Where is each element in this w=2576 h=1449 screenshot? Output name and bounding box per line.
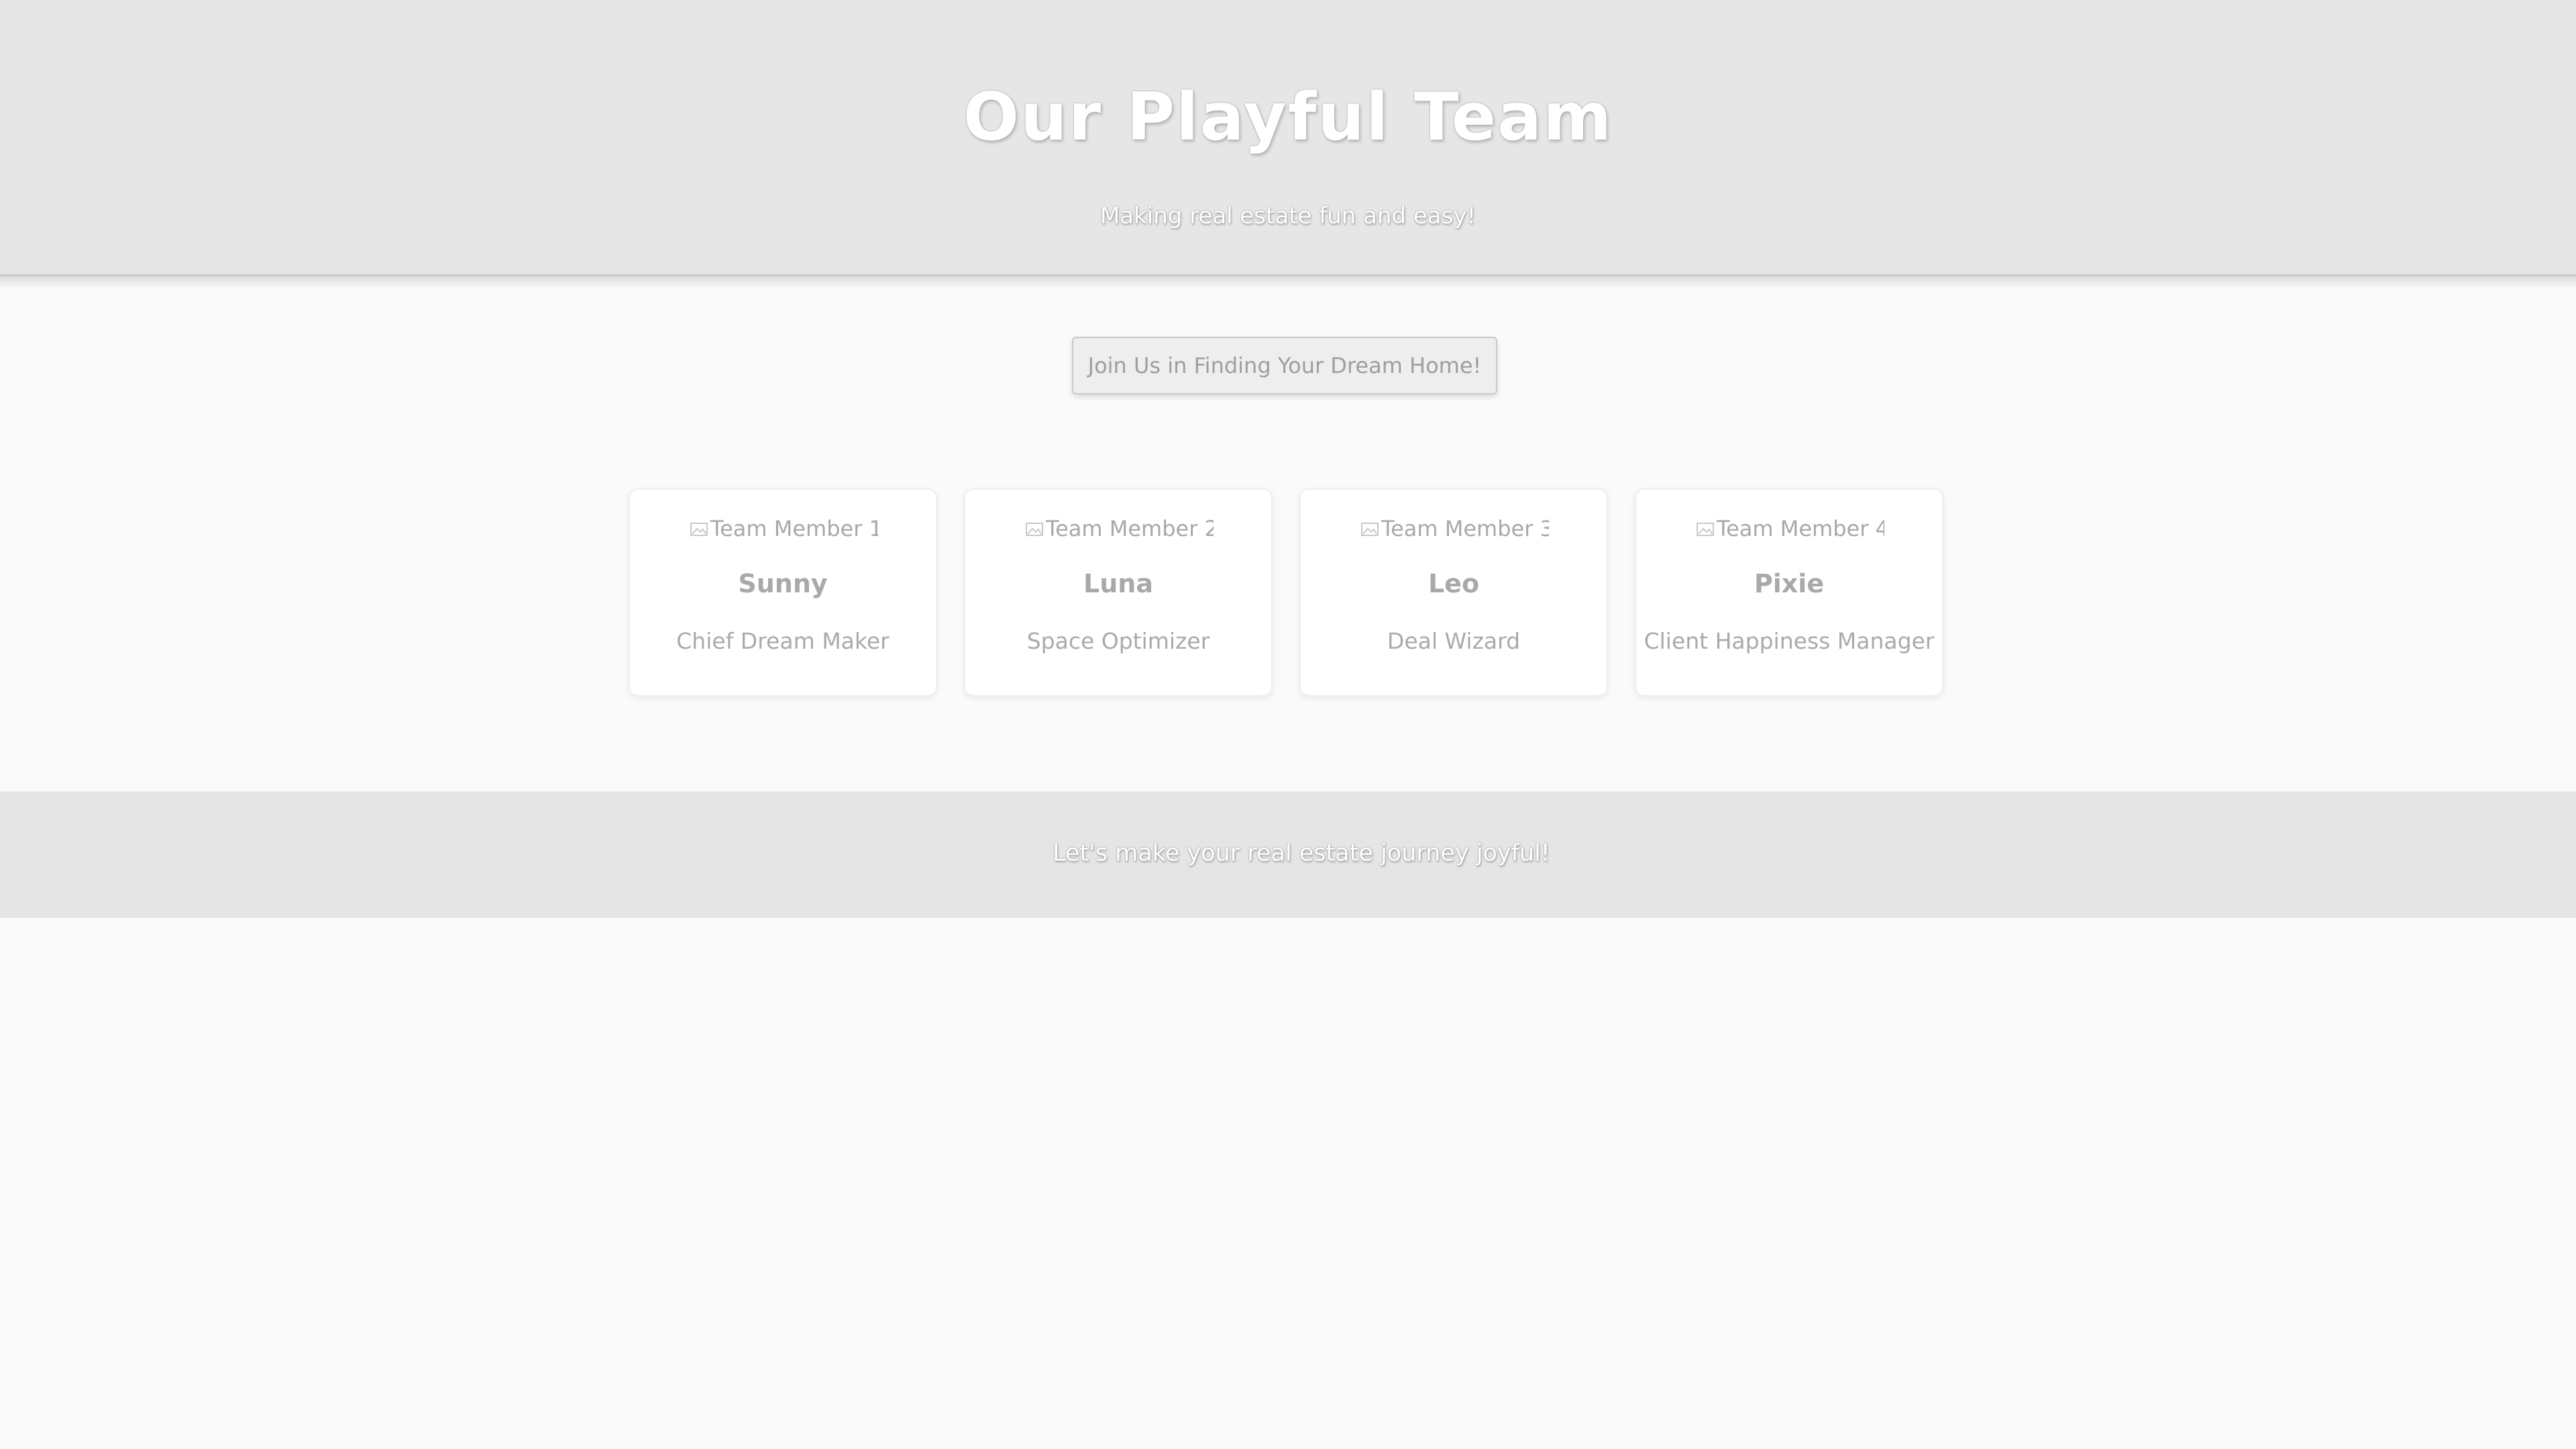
broken-image-icon (1697, 523, 1714, 536)
footer-tagline: Let's make your real estate journey joyf… (1053, 840, 1550, 867)
team-member-photo: Team Member 3 (1361, 514, 1549, 543)
broken-image-icon (1026, 523, 1043, 536)
team-card-leo: Team Member 3 Leo Deal Wizard (1299, 488, 1608, 696)
team-card-pixie: Team Member 4 Pixie Client Happiness Man… (1635, 488, 1943, 696)
team-member-photo-alt: Team Member 4 (1717, 516, 1884, 541)
team-card-luna: Team Member 2 Luna Space Optimizer (964, 488, 1273, 696)
team-member-name: Pixie (1754, 569, 1825, 598)
team-member-name: Luna (1083, 569, 1153, 598)
team-member-photo-alt: Team Member 3 (1381, 516, 1549, 541)
join-us-button[interactable]: Join Us in Finding Your Dream Home! (1072, 337, 1497, 394)
page-subtitle: Making real estate fun and easy! (1099, 203, 1477, 229)
team-member-role: Client Happiness Manager (1644, 628, 1935, 654)
page-footer: Let's make your real estate journey joyf… (0, 792, 2576, 918)
team-member-name: Sunny (738, 569, 828, 598)
team-member-photo-alt: Team Member 1 (710, 516, 878, 541)
team-member-name: Leo (1428, 569, 1480, 598)
team-member-photo: Team Member 1 (690, 514, 878, 543)
broken-image-icon (690, 523, 708, 536)
team-member-photo: Team Member 2 (1026, 514, 1214, 543)
team-member-role: Chief Dream Maker (676, 628, 890, 654)
header-divider (0, 276, 2576, 287)
page-header: Our Playful Team Making real estate fun … (0, 0, 2576, 276)
team-member-photo: Team Member 4 (1697, 514, 1884, 543)
broken-image-icon (1361, 523, 1379, 536)
team-member-photo-alt: Team Member 2 (1046, 516, 1214, 541)
team-member-role: Deal Wizard (1387, 628, 1521, 654)
team-member-role: Space Optimizer (1026, 628, 1210, 654)
page-title: Our Playful Team (963, 79, 1613, 156)
team-card-sunny: Team Member 1 Sunny Chief Dream Maker (629, 488, 937, 696)
